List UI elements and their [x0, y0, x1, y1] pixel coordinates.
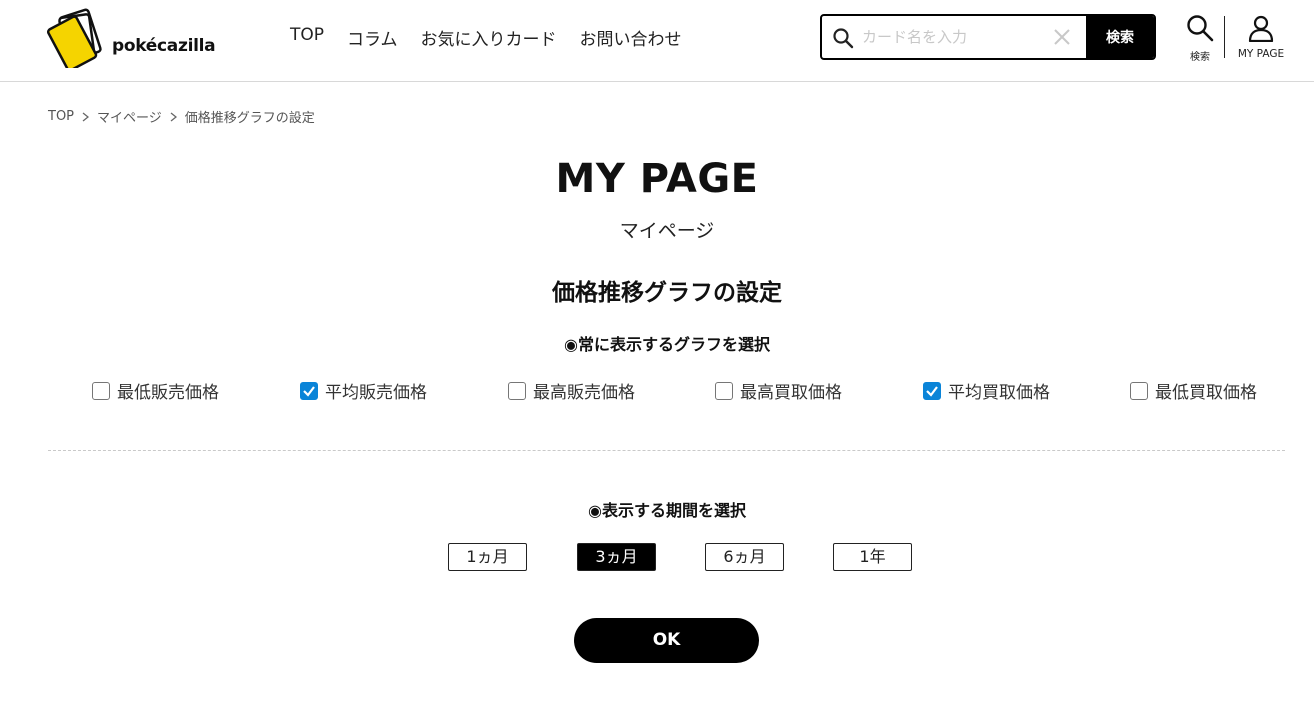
nav-contact[interactable]: お問い合わせ [580, 25, 682, 50]
header-mypage-label: MY PAGE [1237, 48, 1285, 60]
checkbox-label: 平均販売価格 [325, 383, 427, 403]
section-title: 価格推移グラフの設定 [552, 280, 782, 306]
checkbox-box[interactable] [715, 381, 733, 400]
period-1-month-button[interactable]: 1ヵ月 [448, 543, 527, 571]
checkbox-box[interactable] [508, 381, 526, 400]
checkbox-max-sell[interactable]: 最高販売価格 [508, 378, 635, 403]
checkbox-min-buy[interactable]: 最低買取価格 [1130, 378, 1257, 403]
period-1-year-button[interactable]: 1年 [833, 543, 912, 571]
breadcrumb-top[interactable]: TOP [48, 109, 74, 124]
period-select-heading: ◉表示する期間を選択 [588, 501, 746, 520]
nav-column[interactable]: コラム [347, 25, 398, 50]
chevron-right-icon [170, 111, 177, 122]
search-icon [832, 27, 854, 49]
section-divider [48, 450, 1285, 451]
site-header: pokécazilla TOP コラム お気に入りカード お問い合わせ 検索 検… [0, 0, 1314, 82]
check-icon [926, 385, 938, 397]
checkbox-label: 最低買取価格 [1155, 383, 1257, 403]
nav-favorite-cards[interactable]: お気に入りカード [421, 25, 557, 50]
period-6-month-button[interactable]: 6ヵ月 [705, 543, 784, 571]
checkbox-box[interactable] [300, 381, 318, 400]
checkbox-box[interactable] [92, 381, 110, 400]
breadcrumb-current: 価格推移グラフの設定 [184, 111, 315, 126]
graph-select-heading: ◉常に表示するグラフを選択 [564, 335, 770, 354]
search-bar: 検索 [820, 14, 1156, 60]
checkbox-avg-sell[interactable]: 平均販売価格 [300, 378, 427, 403]
checkbox-min-sell[interactable]: 最低販売価格 [92, 378, 219, 403]
nav-top[interactable]: TOP [290, 25, 324, 50]
breadcrumb-mypage[interactable]: マイページ [97, 107, 162, 126]
ok-button[interactable]: OK [574, 618, 759, 663]
chevron-right-icon [82, 111, 90, 122]
breadcrumb: TOP マイページ 価格推移グラフの設定 [48, 107, 315, 126]
checkbox-avg-buy[interactable]: 平均買取価格 [923, 378, 1050, 403]
page-subtitle: マイページ [619, 220, 715, 242]
checkbox-box[interactable] [923, 381, 941, 400]
header-mypage-link[interactable]: MY PAGE [1232, 14, 1290, 60]
checkbox-label: 最低販売価格 [117, 383, 219, 403]
header-search-link[interactable]: 検索 [1182, 14, 1218, 63]
magnifier-icon [1186, 15, 1214, 46]
header-divider [1224, 16, 1225, 58]
logo-text: pokécazilla [112, 36, 216, 56]
header-search-label: 検索 [1190, 52, 1210, 63]
period-3-month-button[interactable]: 3ヵ月 [577, 543, 656, 571]
search-input[interactable] [862, 16, 1042, 58]
checkbox-label: 最高販売価格 [533, 383, 635, 403]
checkbox-label: 最高買取価格 [740, 383, 842, 403]
main-nav: TOP コラム お気に入りカード お問い合わせ [290, 25, 705, 50]
search-button[interactable]: 検索 [1086, 16, 1154, 58]
check-icon [303, 385, 315, 397]
user-icon [1247, 15, 1275, 46]
page-title: MY PAGE [555, 156, 759, 202]
checkbox-box[interactable] [1130, 381, 1148, 400]
checkbox-label: 平均買取価格 [948, 383, 1050, 403]
clear-search-icon[interactable] [1052, 27, 1072, 47]
site-logo[interactable]: pokécazilla [46, 6, 216, 72]
checkbox-max-buy[interactable]: 最高買取価格 [715, 378, 842, 403]
